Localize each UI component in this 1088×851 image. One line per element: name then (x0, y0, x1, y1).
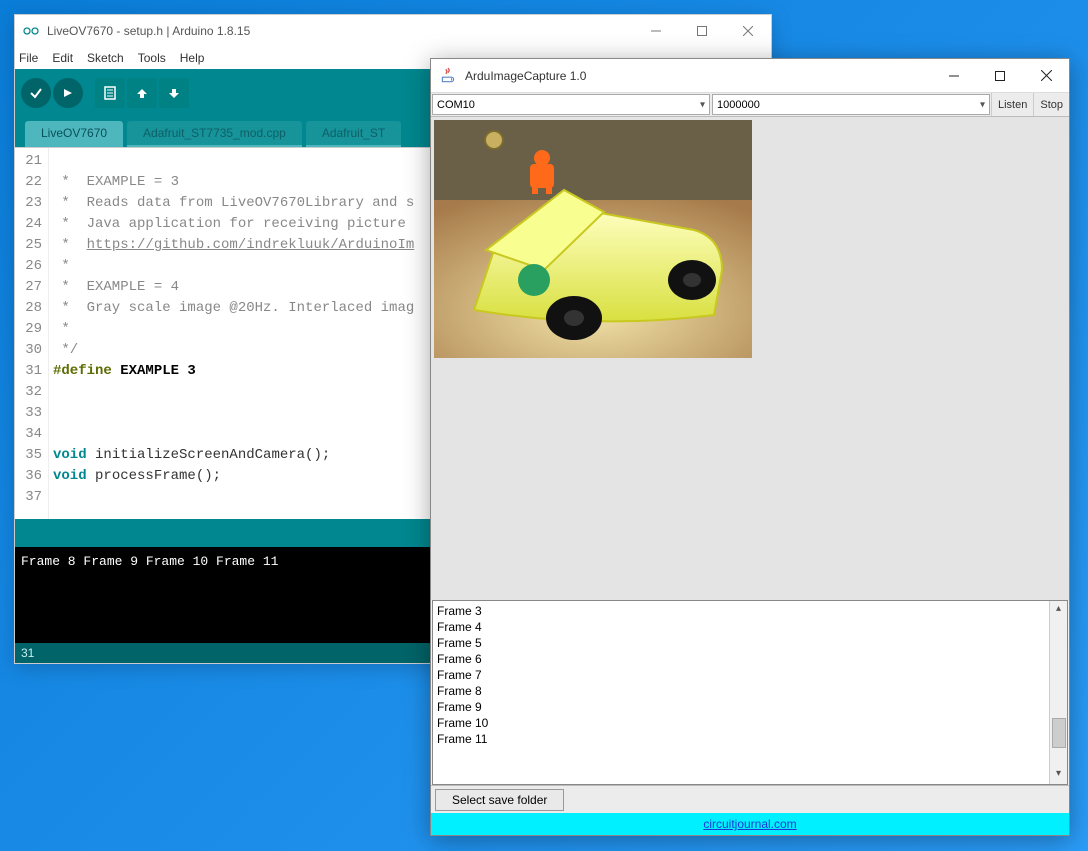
new-button[interactable] (95, 78, 125, 108)
captured-image (434, 120, 752, 358)
arduino-logo-icon (23, 23, 39, 39)
tab-adafruit-st[interactable]: Adafruit_ST (306, 121, 401, 147)
port-select[interactable]: COM10 ▾ (432, 94, 710, 115)
aic-topbar: COM10 ▾ 1000000 ▾ Listen Stop (431, 93, 1069, 117)
footer-link[interactable]: circuitjournal.com (703, 817, 796, 831)
baud-value: 1000000 (717, 99, 760, 111)
aic-log-text[interactable]: Frame 3 Frame 4 Frame 5 Frame 6 Frame 7 … (433, 601, 1049, 784)
menu-tools[interactable]: Tools (138, 51, 166, 65)
open-button[interactable] (127, 78, 157, 108)
tab-adafruit-cpp[interactable]: Adafruit_ST7735_mod.cpp (127, 121, 302, 147)
select-save-folder-button[interactable]: Select save folder (435, 789, 564, 811)
aic-titlebar: ArduImageCapture 1.0 (431, 59, 1069, 93)
menu-file[interactable]: File (19, 51, 38, 65)
scroll-thumb[interactable] (1052, 718, 1066, 748)
footer-line-number: 31 (21, 646, 34, 660)
maximize-icon[interactable] (977, 59, 1023, 93)
stop-button[interactable]: Stop (1033, 93, 1069, 116)
aic-image-area (431, 117, 1069, 600)
verify-button[interactable] (21, 78, 51, 108)
baud-select[interactable]: 1000000 ▾ (712, 94, 990, 115)
aic-log-panel: Frame 3 Frame 4 Frame 5 Frame 6 Frame 7 … (432, 600, 1068, 785)
chevron-down-icon: ▾ (980, 99, 985, 110)
close-icon[interactable] (1023, 59, 1069, 93)
arduino-titlebar: LiveOV7670 - setup.h | Arduino 1.8.15 (15, 15, 771, 47)
save-button[interactable] (159, 78, 189, 108)
chevron-down-icon: ▾ (700, 99, 705, 110)
minimize-icon[interactable] (633, 15, 679, 47)
close-icon[interactable] (725, 15, 771, 47)
menu-edit[interactable]: Edit (52, 51, 73, 65)
tab-liveov7670[interactable]: LiveOV7670 (25, 121, 123, 147)
menu-help[interactable]: Help (180, 51, 205, 65)
editor-gutter: 21 22 23 24 25 26 27 28 29 30 31 32 33 3… (15, 148, 49, 519)
listen-button[interactable]: Listen (991, 93, 1033, 116)
scrollbar[interactable]: ▴ ▾ (1049, 601, 1067, 784)
arduimagecapture-window: ArduImageCapture 1.0 COM10 ▾ 1000000 ▾ L… (430, 58, 1070, 836)
maximize-icon[interactable] (679, 15, 725, 47)
port-value: COM10 (437, 99, 475, 111)
menu-sketch[interactable]: Sketch (87, 51, 124, 65)
aic-window-title: ArduImageCapture 1.0 (465, 69, 586, 83)
scroll-down-icon[interactable]: ▾ (1056, 766, 1061, 782)
aic-footer: circuitjournal.com (431, 813, 1069, 835)
arduino-window-title: LiveOV7670 - setup.h | Arduino 1.8.15 (47, 24, 250, 38)
minimize-icon[interactable] (931, 59, 977, 93)
scroll-up-icon[interactable]: ▴ (1056, 601, 1061, 617)
aic-bottom-bar: Select save folder (431, 785, 1069, 813)
upload-button[interactable] (53, 78, 83, 108)
java-cup-icon (439, 67, 457, 85)
